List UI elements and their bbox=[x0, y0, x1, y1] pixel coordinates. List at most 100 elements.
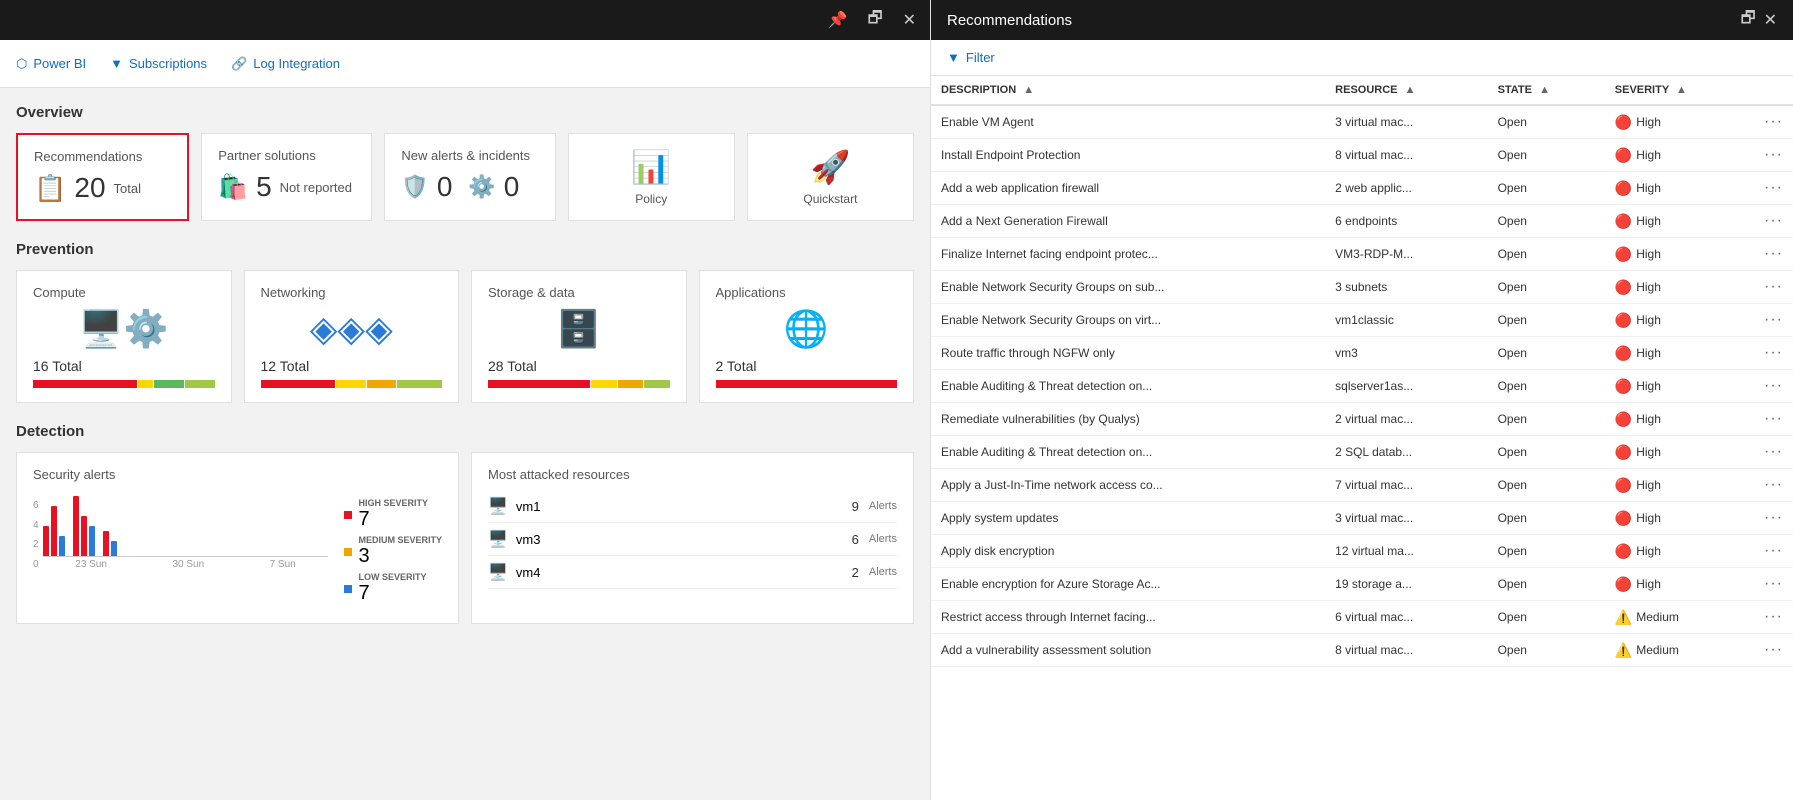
table-row[interactable]: Add a vulnerability assessment solution … bbox=[931, 634, 1793, 667]
cell-description: Enable VM Agent bbox=[931, 105, 1325, 139]
cell-more: ··· bbox=[1754, 403, 1793, 436]
power-bi-button[interactable]: ⬡ Power BI bbox=[16, 56, 86, 72]
more-button[interactable]: ··· bbox=[1764, 476, 1783, 494]
incidents-number: 0 bbox=[504, 171, 520, 203]
cell-state: Open bbox=[1488, 436, 1605, 469]
cell-more: ··· bbox=[1754, 601, 1793, 634]
more-button[interactable]: ··· bbox=[1764, 410, 1783, 428]
severity-label: High bbox=[1636, 148, 1661, 162]
cell-more: ··· bbox=[1754, 337, 1793, 370]
overview-title: Overview bbox=[16, 104, 914, 121]
policy-card[interactable]: 📊 Policy bbox=[568, 133, 735, 221]
col-description[interactable]: DESCRIPTION ▲ bbox=[931, 76, 1325, 105]
resource-item-vm1[interactable]: 🖥️ vm1 9 Alerts bbox=[488, 490, 897, 523]
table-row[interactable]: Enable Auditing & Threat detection on...… bbox=[931, 436, 1793, 469]
more-button[interactable]: ··· bbox=[1764, 641, 1783, 659]
table-row[interactable]: Add a web application firewall 2 web app… bbox=[931, 172, 1793, 205]
networking-card[interactable]: Networking ◈◈◈ 12 Total bbox=[244, 270, 460, 403]
vm1-label: Alerts bbox=[869, 500, 897, 512]
recommendations-card-title: Recommendations bbox=[34, 149, 171, 164]
resource-item-vm3[interactable]: 🖥️ vm3 6 Alerts bbox=[488, 523, 897, 556]
col-actions bbox=[1754, 76, 1793, 105]
more-button[interactable]: ··· bbox=[1764, 377, 1783, 395]
table-row[interactable]: Finalize Internet facing endpoint protec… bbox=[931, 238, 1793, 271]
table-header: DESCRIPTION ▲ RESOURCE ▲ STATE ▲ SEVERIT… bbox=[931, 76, 1793, 105]
cell-severity: 🔴 High bbox=[1605, 238, 1754, 271]
maximize-button[interactable]: 🗗 bbox=[862, 3, 889, 38]
description-sort-icon: ▲ bbox=[1023, 84, 1034, 96]
high-severity-icon: 🔴 bbox=[1615, 378, 1632, 395]
log-integration-button[interactable]: 🔗 Log Integration bbox=[231, 56, 340, 72]
severity-label: High bbox=[1636, 412, 1661, 426]
col-severity[interactable]: SEVERITY ▲ bbox=[1605, 76, 1754, 105]
recommendations-table: DESCRIPTION ▲ RESOURCE ▲ STATE ▲ SEVERIT… bbox=[931, 76, 1793, 667]
table-body: Enable VM Agent 3 virtual mac... Open 🔴 … bbox=[931, 105, 1793, 667]
compute-card[interactable]: Compute 🖥️⚙️ 16 Total bbox=[16, 270, 232, 403]
table-row[interactable]: Apply system updates 3 virtual mac... Op… bbox=[931, 502, 1793, 535]
quickstart-card[interactable]: 🚀 Quickstart bbox=[747, 133, 914, 221]
more-button[interactable]: ··· bbox=[1764, 575, 1783, 593]
more-button[interactable]: ··· bbox=[1764, 542, 1783, 560]
table-row[interactable]: Enable encryption for Azure Storage Ac..… bbox=[931, 568, 1793, 601]
table-row[interactable]: Enable VM Agent 3 virtual mac... Open 🔴 … bbox=[931, 105, 1793, 139]
more-button[interactable]: ··· bbox=[1764, 278, 1783, 296]
cell-resource: 3 virtual mac... bbox=[1325, 105, 1487, 139]
more-button[interactable]: ··· bbox=[1764, 179, 1783, 197]
table-row[interactable]: Route traffic through NGFW only vm3 Open… bbox=[931, 337, 1793, 370]
low-severity-item: LOW SEVERITY 7 bbox=[344, 572, 442, 605]
more-button[interactable]: ··· bbox=[1764, 344, 1783, 362]
cell-more: ··· bbox=[1754, 105, 1793, 139]
security-alerts-card: Security alerts 6420 bbox=[16, 452, 459, 624]
severity-label: High bbox=[1636, 544, 1661, 558]
recommendations-table-container: DESCRIPTION ▲ RESOURCE ▲ STATE ▲ SEVERIT… bbox=[931, 76, 1793, 800]
table-row[interactable]: Enable Network Security Groups on sub...… bbox=[931, 271, 1793, 304]
partner-solutions-icon: 🛍️ bbox=[218, 173, 248, 202]
right-restore-button[interactable]: 🗗 bbox=[1741, 7, 1756, 34]
more-button[interactable]: ··· bbox=[1764, 608, 1783, 626]
col-resource[interactable]: RESOURCE ▲ bbox=[1325, 76, 1487, 105]
filter-button[interactable]: ▼ Filter bbox=[947, 50, 995, 65]
partner-solutions-card[interactable]: Partner solutions 🛍️ 5 Not reported bbox=[201, 133, 372, 221]
applications-bar bbox=[716, 380, 898, 388]
storage-card[interactable]: Storage & data 🗄️ 28 Total bbox=[471, 270, 687, 403]
storage-total: 28 Total bbox=[488, 358, 670, 374]
severity-label: Medium bbox=[1636, 643, 1679, 657]
cell-state: Open bbox=[1488, 469, 1605, 502]
right-close-button[interactable]: ✕ bbox=[1764, 7, 1777, 34]
cell-resource: 8 virtual mac... bbox=[1325, 634, 1487, 667]
cell-more: ··· bbox=[1754, 535, 1793, 568]
table-row[interactable]: Remediate vulnerabilities (by Qualys) 2 … bbox=[931, 403, 1793, 436]
subscriptions-button[interactable]: ▼ Subscriptions bbox=[110, 56, 207, 71]
table-row[interactable]: Enable Auditing & Threat detection on...… bbox=[931, 370, 1793, 403]
more-button[interactable]: ··· bbox=[1764, 212, 1783, 230]
resource-item-vm4[interactable]: 🖥️ vm4 2 Alerts bbox=[488, 556, 897, 589]
networking-icon: ◈◈◈ bbox=[261, 308, 443, 350]
applications-card[interactable]: Applications 🌐 2 Total bbox=[699, 270, 915, 403]
table-row[interactable]: Apply disk encryption 12 virtual ma... O… bbox=[931, 535, 1793, 568]
table-row[interactable]: Apply a Just-In-Time network access co..… bbox=[931, 469, 1793, 502]
quickstart-title: Quickstart bbox=[803, 192, 857, 206]
cell-description: Restrict access through Internet facing.… bbox=[931, 601, 1325, 634]
more-button[interactable]: ··· bbox=[1764, 443, 1783, 461]
cell-more: ··· bbox=[1754, 205, 1793, 238]
col-state[interactable]: STATE ▲ bbox=[1488, 76, 1605, 105]
more-button[interactable]: ··· bbox=[1764, 146, 1783, 164]
right-panel-title: Recommendations bbox=[947, 12, 1072, 29]
severity-label: High bbox=[1636, 478, 1661, 492]
table-row[interactable]: Enable Network Security Groups on virt..… bbox=[931, 304, 1793, 337]
new-alerts-card[interactable]: New alerts & incidents 🛡️ 0 ⚙️ 0 bbox=[384, 133, 555, 221]
table-row[interactable]: Install Endpoint Protection 8 virtual ma… bbox=[931, 139, 1793, 172]
recommendations-card[interactable]: Recommendations 📋 20 Total bbox=[16, 133, 189, 221]
vm4-count: 2 bbox=[852, 565, 859, 580]
more-button[interactable]: ··· bbox=[1764, 311, 1783, 329]
cell-resource: 6 endpoints bbox=[1325, 205, 1487, 238]
table-row[interactable]: Add a Next Generation Firewall 6 endpoin… bbox=[931, 205, 1793, 238]
close-button[interactable]: ✕ bbox=[897, 6, 922, 34]
more-button[interactable]: ··· bbox=[1764, 509, 1783, 527]
more-button[interactable]: ··· bbox=[1764, 245, 1783, 263]
more-button[interactable]: ··· bbox=[1764, 113, 1783, 131]
pin-button[interactable]: 📌 bbox=[822, 6, 854, 34]
main-content: Overview Recommendations 📋 20 Total Part… bbox=[0, 88, 930, 800]
cell-state: Open bbox=[1488, 634, 1605, 667]
table-row[interactable]: Restrict access through Internet facing.… bbox=[931, 601, 1793, 634]
